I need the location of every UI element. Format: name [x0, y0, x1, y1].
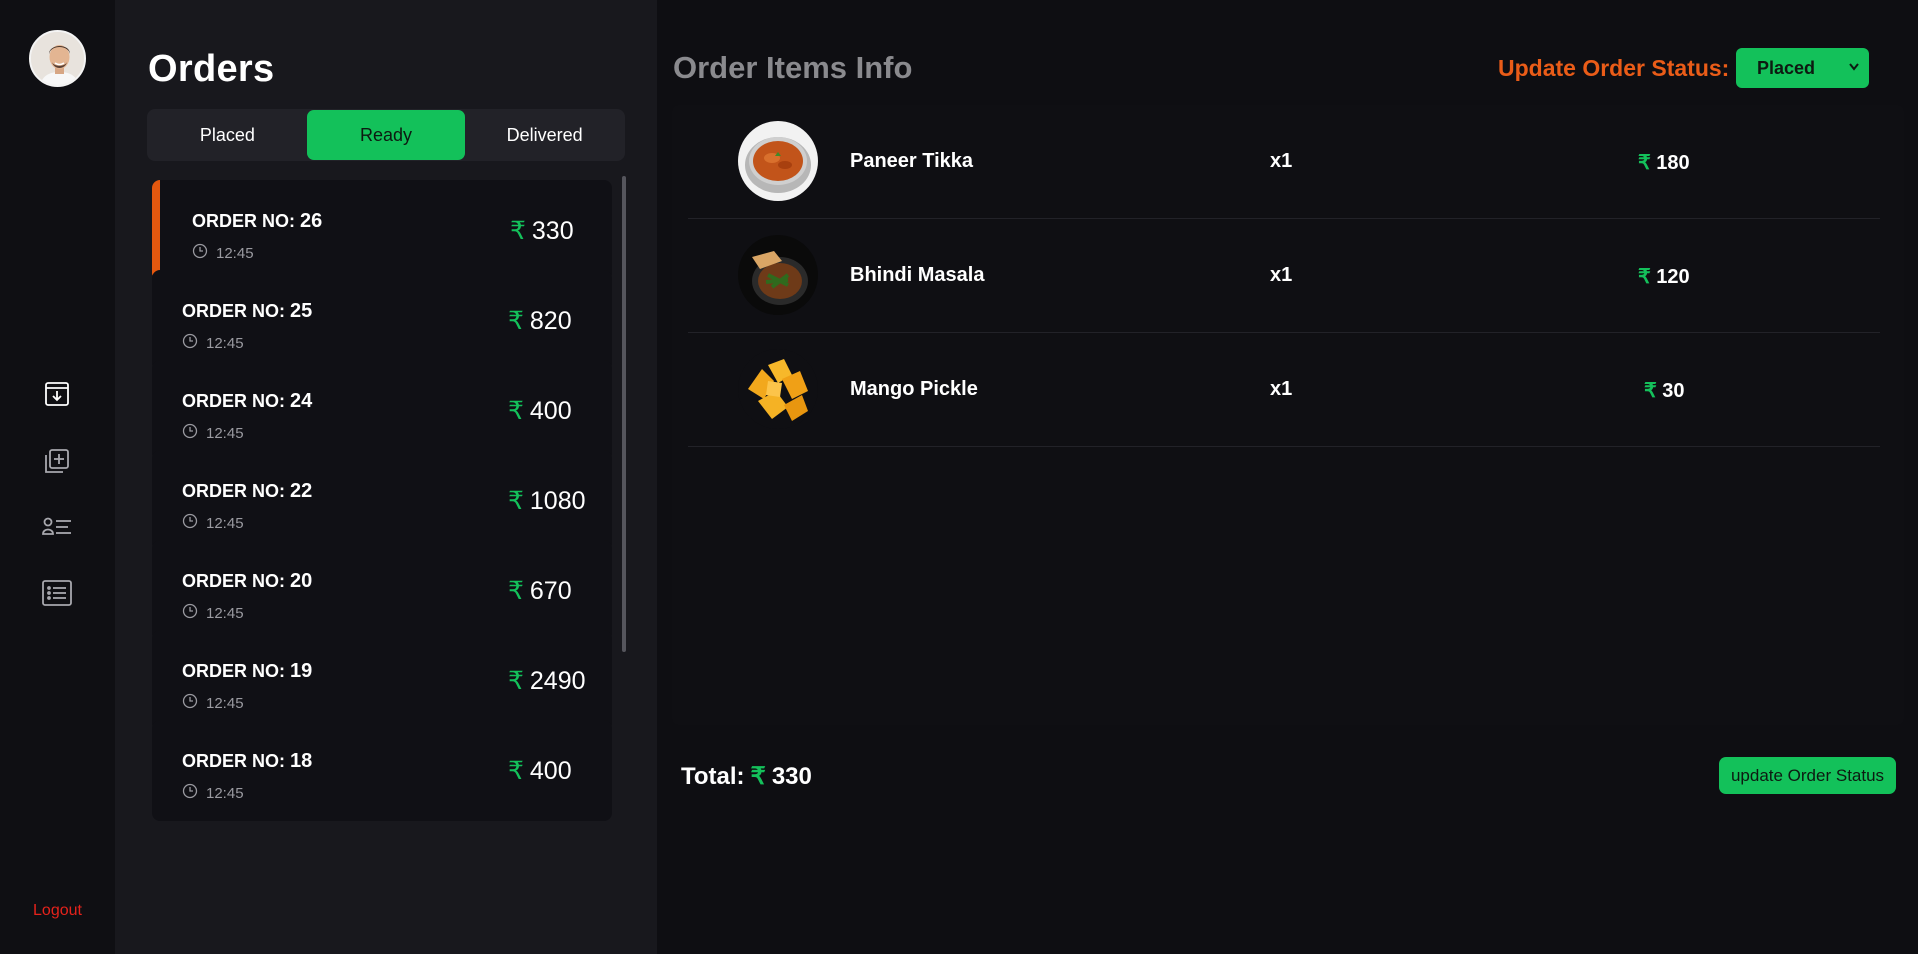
rupee-icon: ₹ [1644, 380, 1657, 402]
order-card[interactable]: ORDER NO: 20 12:45 ₹670 [152, 540, 612, 641]
item-quantity: x1 [1270, 378, 1293, 400]
order-number: ORDER NO: 26 [192, 210, 323, 232]
bhindi-masala-image [738, 235, 818, 315]
order-card[interactable]: ORDER NO: 18 12:45 ₹400 [152, 720, 612, 821]
order-status-tabs: Placed Ready Delivered [147, 109, 625, 161]
rupee-icon: ₹ [508, 577, 524, 605]
add-item-icon[interactable] [41, 445, 73, 477]
rupee-icon: ₹ [508, 397, 524, 425]
order-number: ORDER NO: 25 [182, 300, 313, 322]
logout-link[interactable]: Logout [0, 902, 115, 920]
rupee-icon: ₹ [508, 667, 524, 695]
clock-icon [182, 423, 198, 443]
clock-icon [182, 333, 198, 353]
order-amount: ₹2490 [508, 666, 586, 696]
order-time: 12:45 [182, 783, 244, 803]
paneer-tikka-image [738, 121, 818, 201]
order-card[interactable]: ORDER NO: 22 12:45 ₹1080 [152, 450, 612, 551]
rupee-icon: ₹ [1638, 266, 1651, 288]
order-time: 12:45 [182, 423, 244, 443]
order-amount: ₹820 [508, 306, 572, 336]
item-price: ₹ 120 [1638, 266, 1690, 288]
clock-icon [182, 603, 198, 623]
user-list-icon[interactable] [41, 511, 73, 543]
order-time: 12:45 [182, 513, 244, 533]
order-number: ORDER NO: 19 [182, 660, 313, 682]
rupee-icon: ₹ [750, 763, 766, 790]
rupee-icon: ₹ [508, 757, 524, 785]
order-time: 12:45 [192, 243, 254, 263]
sidebar: Logout [0, 0, 115, 954]
list-item: Mango Pickle x1 ₹ 30 [688, 333, 1880, 447]
tab-placed[interactable]: Placed [148, 110, 307, 160]
section-title: Order Items Info [673, 50, 913, 85]
order-amount: ₹400 [508, 396, 572, 426]
order-amount: ₹400 [508, 756, 572, 786]
list-item: Paneer Tikka x1 ₹ 180 [688, 105, 1880, 219]
chevron-down-icon [1849, 60, 1859, 74]
clock-icon [182, 513, 198, 533]
order-number: ORDER NO: 24 [182, 390, 313, 412]
status-select-value: Placed [1757, 57, 1816, 78]
scrollbar[interactable] [622, 176, 626, 652]
order-amount: ₹1080 [508, 486, 586, 516]
order-amount: ₹330 [510, 216, 574, 246]
order-card[interactable]: ORDER NO: 25 12:45 ₹820 [152, 270, 612, 371]
update-order-status-button[interactable]: update Order Status [1719, 757, 1896, 794]
item-quantity: x1 [1270, 150, 1293, 172]
order-number: ORDER NO: 18 [182, 750, 313, 772]
rupee-icon: ₹ [510, 217, 526, 245]
page-title: Orders [148, 48, 275, 90]
rupee-icon: ₹ [1638, 152, 1651, 174]
order-total: Total: ₹330 [681, 762, 812, 791]
app-root: Logout Orders Placed Ready Delivered ORD… [0, 0, 1918, 954]
status-label: Update Order Status: [1498, 55, 1730, 81]
clock-icon [192, 243, 208, 263]
item-name: Mango Pickle [850, 378, 978, 400]
item-name: Bhindi Masala [850, 264, 985, 286]
item-price: ₹ 180 [1638, 152, 1690, 174]
download-box-icon[interactable] [41, 378, 73, 410]
menu-list-icon[interactable] [41, 577, 73, 609]
status-select[interactable]: Placed [1736, 48, 1869, 88]
item-quantity: x1 [1270, 264, 1293, 286]
order-number: ORDER NO: 22 [182, 480, 313, 502]
order-time: 12:45 [182, 333, 244, 353]
rupee-icon: ₹ [508, 307, 524, 335]
order-items-panel: Paneer Tikka x1 ₹ 180 Bhindi Masala x1 ₹… [672, 105, 1904, 725]
item-price: ₹ 30 [1644, 380, 1685, 402]
order-time: 12:45 [182, 693, 244, 713]
order-time: 12:45 [182, 603, 244, 623]
orders-panel: Orders Placed Ready Delivered ORDER NO: … [115, 0, 657, 954]
clock-icon [182, 783, 198, 803]
rupee-icon: ₹ [508, 487, 524, 515]
order-card[interactable]: ORDER NO: 26 12:45 ₹330 [152, 180, 612, 281]
order-card[interactable]: ORDER NO: 19 12:45 ₹2490 [152, 630, 612, 731]
clock-icon [182, 693, 198, 713]
item-name: Paneer Tikka [850, 150, 974, 172]
tab-ready[interactable]: Ready [306, 110, 466, 160]
mango-pickle-image [738, 349, 818, 429]
list-item: Bhindi Masala x1 ₹ 120 [688, 219, 1880, 333]
tab-delivered[interactable]: Delivered [465, 110, 624, 160]
avatar[interactable] [29, 30, 86, 87]
total-label: Total: [681, 762, 745, 790]
order-card[interactable]: ORDER NO: 24 12:45 ₹400 [152, 360, 612, 461]
order-number: ORDER NO: 20 [182, 570, 313, 592]
order-amount: ₹670 [508, 576, 572, 606]
order-list: ORDER NO: 26 12:45 ₹330 ORDER NO: 25 12:45 ₹8… [152, 180, 627, 940]
total-value: 330 [771, 762, 812, 790]
